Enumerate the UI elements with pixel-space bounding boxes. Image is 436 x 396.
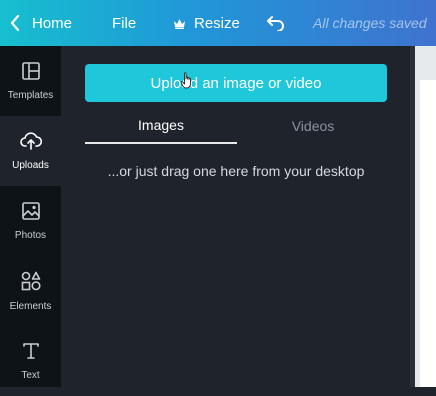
- crown-icon: [173, 18, 186, 29]
- photos-icon: [21, 201, 40, 223]
- home-label: Home: [32, 14, 73, 32]
- rail-label-photos: Photos: [14, 229, 47, 241]
- rail-item-templates[interactable]: Templates: [0, 46, 61, 116]
- rail-item-text[interactable]: Text: [0, 326, 61, 396]
- tab-images[interactable]: Images: [85, 108, 237, 144]
- chevron-left-icon: [10, 15, 20, 31]
- hand-cursor-icon: [180, 72, 194, 94]
- upload-cloud-icon: [19, 131, 42, 153]
- rail-label-uploads: Uploads: [12, 159, 49, 171]
- rail-item-uploads[interactable]: Uploads: [0, 116, 61, 186]
- rail-label-text: Text: [21, 369, 40, 381]
- rail-item-photos[interactable]: Photos: [0, 186, 61, 256]
- text-icon: [22, 342, 40, 363]
- undo-button[interactable]: [266, 0, 286, 46]
- save-status: All changes saved: [313, 15, 427, 31]
- home-button[interactable]: Home: [10, 0, 72, 46]
- canvas-page[interactable]: [420, 80, 436, 387]
- rail-label-elements: Elements: [9, 300, 52, 312]
- resize-button[interactable]: Resize: [173, 0, 240, 46]
- uploads-panel: Upload an image or video Images Videos .…: [61, 46, 410, 387]
- upload-media-button[interactable]: Upload an image or video: [85, 64, 387, 102]
- file-menu-button[interactable]: File: [112, 0, 136, 46]
- rail-item-elements[interactable]: Elements: [0, 256, 61, 326]
- side-rail: Templates Uploads Photos Elements Text: [0, 46, 61, 387]
- top-bar: Home File Resize All changes saved: [0, 0, 436, 46]
- resize-label: Resize: [194, 14, 240, 32]
- rail-label-templates: Templates: [7, 89, 54, 101]
- elements-icon: [21, 271, 41, 294]
- templates-icon: [21, 61, 40, 83]
- drag-drop-hint: ...or just drag one here from your deskt…: [107, 163, 365, 179]
- file-label: File: [112, 14, 137, 32]
- undo-icon: [266, 15, 286, 31]
- tab-videos[interactable]: Videos: [237, 108, 389, 144]
